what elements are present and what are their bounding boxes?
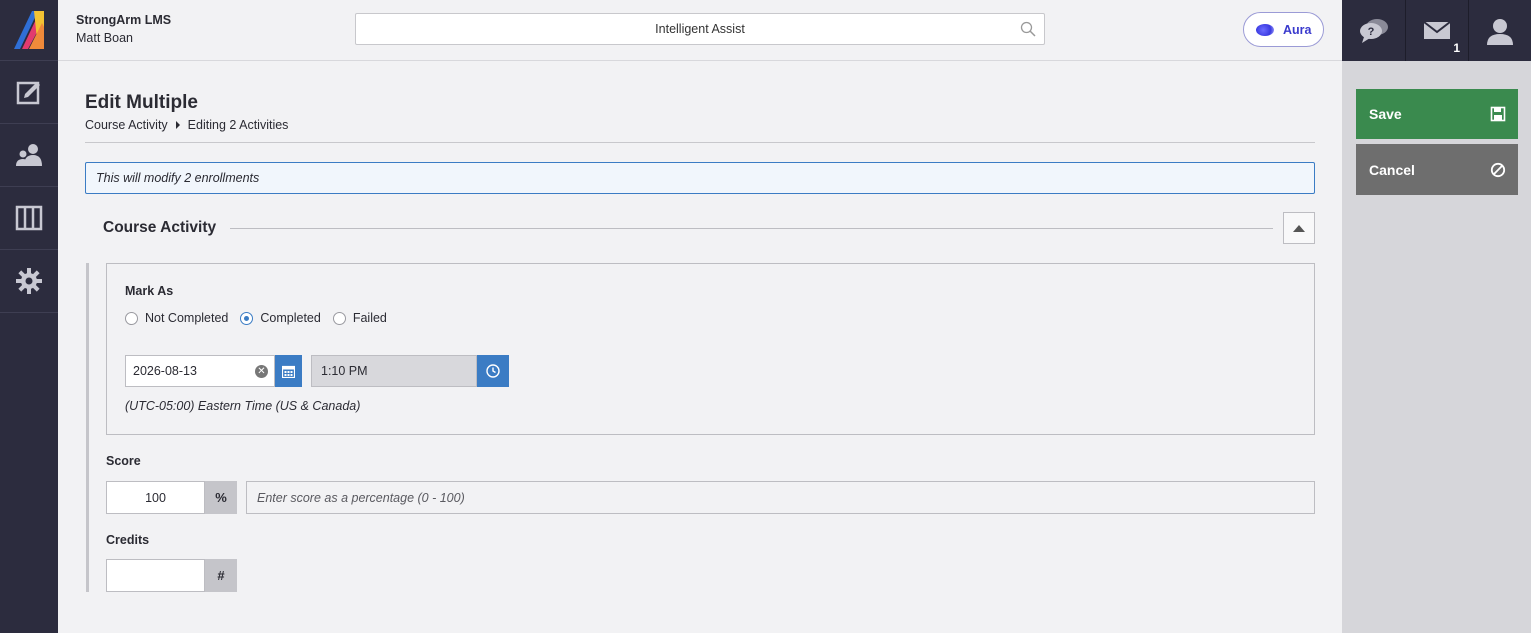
collapse-section-button[interactable] bbox=[1283, 212, 1315, 244]
timezone-text: (UTC-05:00) Eastern Time (US & Canada) bbox=[125, 399, 361, 413]
radio-unchecked-icon bbox=[125, 311, 138, 325]
score-hint: Enter score as a percentage (0 - 100) bbox=[246, 481, 1315, 514]
calendar-icon bbox=[282, 365, 295, 378]
radio-failed[interactable]: Failed bbox=[332, 311, 387, 325]
users-icon bbox=[16, 144, 42, 166]
caret-up-icon bbox=[1293, 224, 1305, 232]
title-divider bbox=[85, 142, 1315, 143]
nav-item-edit[interactable] bbox=[0, 61, 58, 124]
user-profile-icon bbox=[1487, 18, 1513, 45]
score-input[interactable]: 100 bbox=[106, 481, 205, 514]
radio-label: Not Completed bbox=[145, 311, 229, 325]
cancel-label: Cancel bbox=[1369, 161, 1415, 178]
breadcrumb-item-course-activity[interactable]: Course Activity bbox=[85, 118, 168, 132]
mark-as-panel: Mark As Not Completed Completed Failed 2… bbox=[106, 263, 1315, 435]
page-title: Edit Multiple bbox=[85, 92, 198, 113]
app-logo[interactable] bbox=[0, 0, 58, 61]
radio-unchecked-icon bbox=[332, 311, 346, 325]
section-indent-bar bbox=[86, 263, 89, 592]
help-chat-icon: ? bbox=[1359, 18, 1388, 43]
time-field[interactable]: 1:10 PM bbox=[311, 355, 477, 387]
top-right-actions: ? 1 bbox=[1342, 0, 1531, 61]
org-name: StrongArm LMS bbox=[76, 13, 172, 27]
nav-item-users[interactable] bbox=[0, 124, 58, 187]
mark-as-radio-group: Not Completed Completed Failed bbox=[125, 311, 387, 325]
clock-icon bbox=[486, 364, 500, 378]
svg-text:?: ? bbox=[1367, 26, 1374, 38]
columns-icon bbox=[15, 205, 43, 231]
percent-suffix: % bbox=[205, 481, 237, 514]
save-label: Save bbox=[1369, 106, 1402, 122]
top-bar: StrongArm LMS Matt Boan Intelligent Assi… bbox=[58, 0, 1342, 61]
nav-item-settings[interactable] bbox=[0, 250, 58, 313]
breadcrumb-item-current: Editing 2 Activities bbox=[187, 118, 289, 132]
time-value: 1:10 PM bbox=[321, 364, 368, 378]
time-picker-button[interactable] bbox=[477, 355, 509, 387]
radio-label: Failed bbox=[352, 311, 387, 325]
radio-not-completed[interactable]: Not Completed bbox=[125, 311, 228, 325]
profile-button[interactable] bbox=[1468, 0, 1531, 61]
credits-label: Credits bbox=[106, 533, 150, 547]
gear-icon bbox=[16, 268, 42, 294]
info-notice: This will modify 2 enrollments bbox=[85, 162, 1315, 194]
date-value: 2026-08-13 bbox=[133, 364, 197, 378]
aura-label: Aura bbox=[1283, 22, 1312, 37]
radio-completed[interactable]: Completed bbox=[240, 311, 321, 325]
messages-count-badge: 1 bbox=[1453, 41, 1460, 55]
breadcrumb-separator-icon bbox=[175, 121, 180, 129]
logo-icon bbox=[14, 11, 44, 49]
clear-date-icon[interactable]: ✕ bbox=[255, 365, 268, 378]
score-value: 100 bbox=[145, 490, 166, 505]
aura-icon bbox=[1256, 23, 1274, 36]
score-hint-text: Enter score as a percentage (0 - 100) bbox=[257, 490, 465, 505]
save-button[interactable]: Save bbox=[1356, 89, 1518, 139]
action-panel: Save Cancel bbox=[1342, 61, 1531, 633]
search-input[interactable]: Intelligent Assist bbox=[355, 13, 1045, 45]
ban-icon bbox=[1490, 162, 1506, 177]
radio-checked-icon bbox=[240, 311, 254, 325]
notice-text: This will modify 2 enrollments bbox=[96, 171, 260, 185]
credits-input[interactable] bbox=[106, 559, 205, 592]
section-divider bbox=[230, 228, 1273, 229]
aura-button[interactable]: Aura bbox=[1243, 12, 1324, 47]
search-icon[interactable] bbox=[1020, 21, 1036, 37]
main-content: Edit Multiple Course Activity Editing 2 … bbox=[58, 61, 1342, 633]
search-placeholder: Intelligent Assist bbox=[655, 22, 745, 36]
score-label: Score bbox=[106, 454, 141, 468]
envelope-icon bbox=[1423, 20, 1451, 39]
help-chat-button[interactable]: ? bbox=[1342, 0, 1405, 61]
radio-label: Completed bbox=[260, 311, 321, 325]
mark-as-label: Mark As bbox=[125, 284, 174, 298]
floppy-disk-icon bbox=[1490, 106, 1506, 122]
hash-suffix: # bbox=[205, 559, 237, 592]
user-name: Matt Boan bbox=[76, 31, 133, 45]
edit-icon bbox=[16, 81, 40, 105]
nav-item-columns[interactable] bbox=[0, 187, 58, 250]
messages-button[interactable]: 1 bbox=[1405, 0, 1468, 61]
cancel-button[interactable]: Cancel bbox=[1356, 144, 1518, 195]
left-nav bbox=[0, 0, 58, 633]
date-picker-button[interactable] bbox=[275, 355, 302, 387]
breadcrumb: Course Activity Editing 2 Activities bbox=[85, 118, 288, 132]
section-title: Course Activity bbox=[103, 219, 217, 236]
date-field[interactable]: 2026-08-13 ✕ bbox=[125, 355, 275, 387]
